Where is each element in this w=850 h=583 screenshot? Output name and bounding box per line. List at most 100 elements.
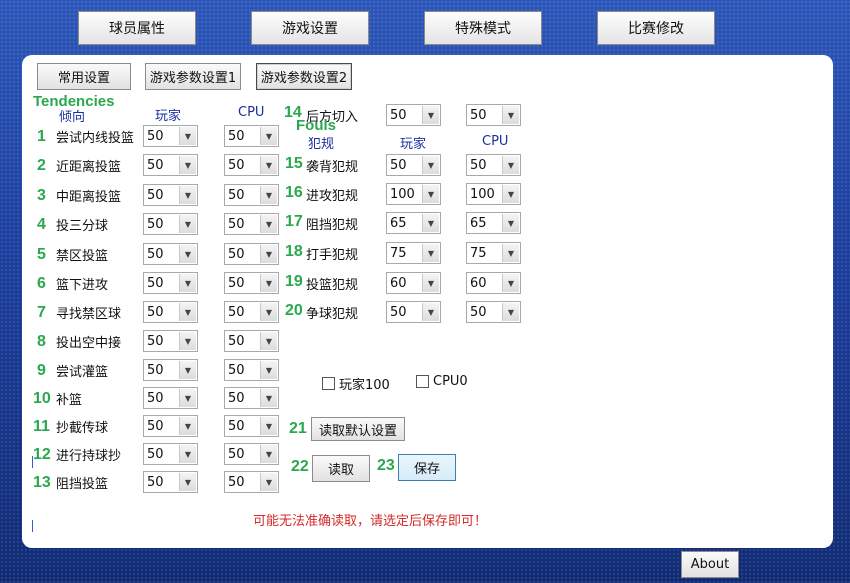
select-value: 50 (147, 188, 164, 203)
tendency-player-select[interactable]: 50 ▼ (143, 154, 198, 176)
chevron-down-icon: ▼ (179, 156, 196, 174)
select-value: 65 (390, 216, 407, 231)
row-number: 21 (289, 420, 307, 437)
tendency-player-select[interactable]: 50 ▼ (143, 387, 198, 409)
tendency-cpu-select[interactable]: 50 ▼ (224, 443, 279, 465)
chevron-down-icon: ▼ (179, 215, 196, 233)
chevron-down-icon: ▼ (179, 245, 196, 263)
tendency-cpu-select[interactable]: 50 ▼ (224, 415, 279, 437)
chevron-down-icon: ▼ (260, 245, 277, 263)
tendency-cpu-select[interactable]: 50 ▼ (224, 272, 279, 294)
foul-cpu-select[interactable]: 50 ▼ (466, 301, 521, 323)
row-number: 8 (37, 333, 46, 350)
tab-player-attributes[interactable]: 球员属性 (78, 11, 196, 45)
select-value: 50 (390, 305, 407, 320)
tendency-player-select[interactable]: 50 ▼ (143, 243, 198, 265)
left-marker (32, 456, 33, 468)
tendency-label: 篮下进攻 (56, 278, 109, 293)
foul-label: 阻挡犯规 (306, 218, 359, 233)
select-value: 50 (228, 334, 245, 349)
tendency-player-select[interactable]: 50 ▼ (143, 213, 198, 235)
foul-player-select[interactable]: 75 ▼ (386, 242, 441, 264)
tab-special-mode[interactable]: 特殊模式 (424, 11, 542, 45)
chevron-down-icon: ▼ (422, 214, 439, 232)
player100-checkbox[interactable]: 玩家100 (322, 374, 390, 393)
row-number: 9 (37, 362, 46, 379)
save-button[interactable]: 保存 (398, 454, 456, 481)
tendency-cpu-select[interactable]: 50 ▼ (224, 471, 279, 493)
about-button[interactable]: About (681, 551, 739, 578)
tendencies-col-label: 倾向 (59, 110, 86, 125)
tendency-player-select[interactable]: 50 ▼ (143, 272, 198, 294)
chevron-down-icon: ▼ (179, 332, 196, 350)
checkbox-box[interactable] (322, 377, 335, 390)
tendency-player-select[interactable]: 50 ▼ (143, 359, 198, 381)
tendency-cpu-select[interactable]: 50 ▼ (224, 330, 279, 352)
row-number: 4 (37, 216, 46, 233)
tab-match-modify[interactable]: 比赛修改 (597, 11, 715, 45)
tendency-player-select[interactable]: 50 ▼ (143, 471, 198, 493)
tendency-player-select[interactable]: 50 ▼ (143, 184, 198, 206)
row-number: 22 (291, 458, 309, 475)
select-value: 50 (470, 108, 487, 123)
foul-player-select[interactable]: 100 ▼ (386, 183, 441, 205)
tendency-player-select[interactable]: 50 ▼ (143, 301, 198, 323)
tendency-player-select[interactable]: 50 ▼ (143, 443, 198, 465)
select-value: 50 (228, 475, 245, 490)
foul-player-select[interactable]: 50 ▼ (386, 301, 441, 323)
tendency-cpu-select[interactable]: 50 ▼ (224, 213, 279, 235)
foul-cpu-select[interactable]: 100 ▼ (466, 183, 521, 205)
chevron-down-icon: ▼ (502, 244, 519, 262)
row-number: 5 (37, 246, 46, 263)
select-value: 50 (147, 158, 164, 173)
row-number: 6 (37, 275, 46, 292)
foul-label: 打手犯规 (306, 248, 359, 263)
tab-game-settings[interactable]: 游戏设置 (251, 11, 369, 45)
load-default-button[interactable]: 读取默认设置 (311, 417, 405, 441)
row-number: 12 (33, 446, 51, 463)
read-button[interactable]: 读取 (312, 455, 370, 482)
subtab-game-params-2[interactable]: 游戏参数设置2 (256, 63, 352, 90)
foul-cpu-select[interactable]: 60 ▼ (466, 272, 521, 294)
foul-label: 投篮犯规 (306, 278, 359, 293)
tendency-label: 投出空中接 (56, 336, 122, 351)
select-value: 75 (470, 246, 487, 261)
checkbox-label: 玩家100 (339, 378, 390, 393)
chevron-down-icon: ▼ (179, 417, 196, 435)
tendency-player-select[interactable]: 50 ▼ (143, 330, 198, 352)
tendency-cpu-select[interactable]: 50 ▼ (224, 359, 279, 381)
select-value: 50 (228, 217, 245, 232)
fouls-title: Fouls (296, 117, 336, 134)
tendency-cpu-select[interactable]: 50 ▼ (224, 125, 279, 147)
tendency-cpu-select[interactable]: 50 ▼ (224, 154, 279, 176)
tendency-player-select[interactable]: 50 ▼ (143, 125, 198, 147)
chevron-down-icon: ▼ (502, 106, 519, 124)
foul-player-select[interactable]: 60 ▼ (386, 272, 441, 294)
row-number: 7 (37, 304, 46, 321)
row-number: 11 (33, 418, 50, 435)
subtab-game-params-1[interactable]: 游戏参数设置1 (145, 63, 241, 90)
tendency-cpu-select[interactable]: 50 ▼ (224, 243, 279, 265)
tendency-player-select[interactable]: 50 ▼ (143, 415, 198, 437)
cpu0-checkbox[interactable]: CPU0 (416, 374, 468, 389)
checkbox-box[interactable] (416, 375, 429, 388)
foul-cpu-select[interactable]: 50 ▼ (466, 154, 521, 176)
select-value: 50 (147, 247, 164, 262)
tendency-label: 抄截传球 (56, 421, 109, 436)
row-number: 13 (33, 474, 51, 491)
foul-cpu-select[interactable]: 75 ▼ (466, 242, 521, 264)
back-cut-cpu-select[interactable]: 50 ▼ (466, 104, 521, 126)
chevron-down-icon: ▼ (260, 303, 277, 321)
tendency-label: 近距离投篮 (56, 160, 122, 175)
chevron-down-icon: ▼ (260, 332, 277, 350)
tendency-cpu-select[interactable]: 50 ▼ (224, 184, 279, 206)
tendency-cpu-select[interactable]: 50 ▼ (224, 301, 279, 323)
foul-player-select[interactable]: 65 ▼ (386, 212, 441, 234)
subtab-common-settings[interactable]: 常用设置 (37, 63, 131, 90)
foul-player-select[interactable]: 50 ▼ (386, 154, 441, 176)
chevron-down-icon: ▼ (260, 361, 277, 379)
back-cut-player-select[interactable]: 50 ▼ (386, 104, 441, 126)
chevron-down-icon: ▼ (502, 214, 519, 232)
tendency-cpu-select[interactable]: 50 ▼ (224, 387, 279, 409)
foul-cpu-select[interactable]: 65 ▼ (466, 212, 521, 234)
